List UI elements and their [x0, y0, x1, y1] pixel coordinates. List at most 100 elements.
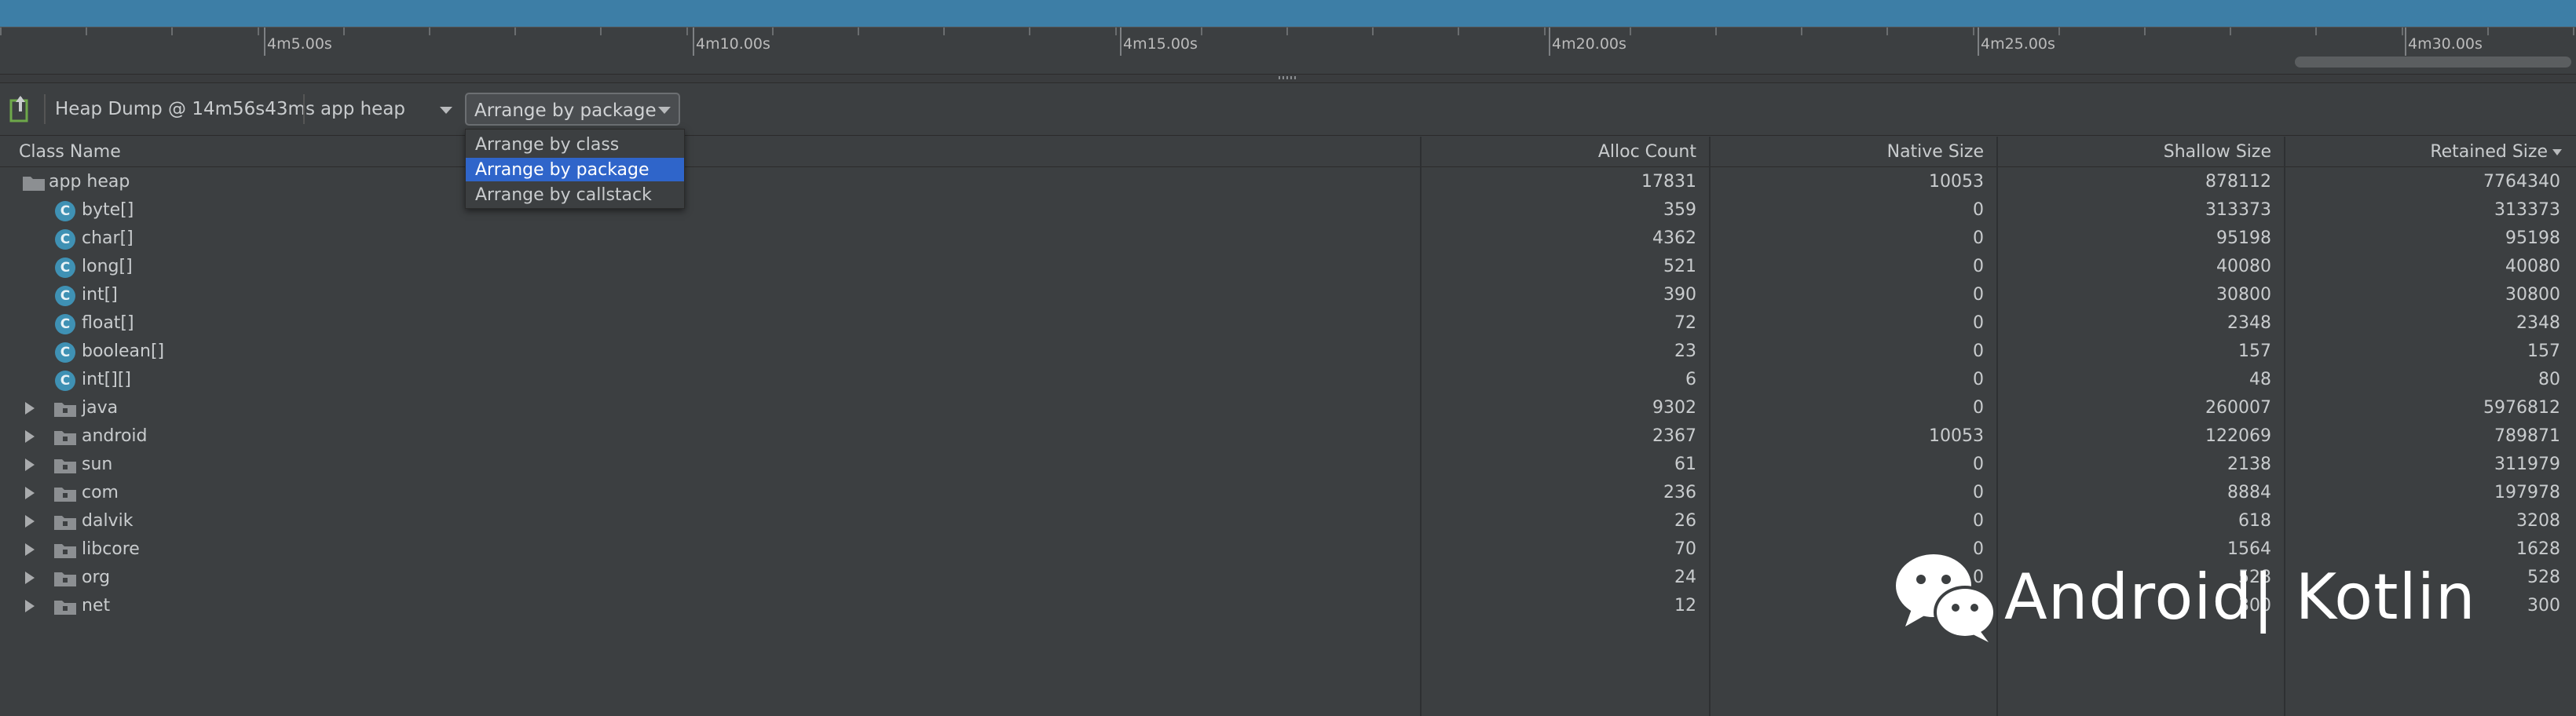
expand-arrow-icon[interactable] [25, 543, 35, 556]
table-row[interactable]: Cchar[] 4362 0 95198 95198 [0, 225, 2576, 253]
table-row[interactable]: Cfloat[] 72 0 2348 2348 [0, 309, 2576, 338]
column-divider[interactable] [1420, 137, 1422, 716]
heap-select[interactable]: app heap [311, 93, 460, 124]
ruler-tick [0, 27, 2, 35]
column-divider[interactable] [1709, 137, 1711, 716]
class-icon: C [55, 201, 75, 221]
menu-item-label: Arrange by class [475, 135, 620, 155]
alloc-count-cell: 17831 [1641, 172, 1696, 192]
folder-icon [22, 174, 46, 192]
table-row[interactable]: Cint[][] 6 0 48 80 [0, 366, 2576, 394]
ruler-time-label: 4m20.00s [1552, 35, 1626, 53]
ruler-time-label: 4m25.00s [1981, 35, 2055, 53]
chevron-down-icon [658, 107, 671, 114]
heap-toolbar: Heap Dump @ 14m56s43ms app heap Arrange … [0, 83, 2576, 136]
ruler-tick [600, 27, 602, 35]
menu-item-label: Arrange by callstack [475, 185, 652, 205]
table-row[interactable]: android 2367 10053 122069 789871 [0, 422, 2576, 451]
table-row[interactable]: sun 61 0 2138 311979 [0, 451, 2576, 479]
menu-item-arrange-by-package[interactable]: Arrange by package [466, 158, 684, 181]
column-header-shallow-size[interactable]: Shallow Size [2000, 142, 2271, 162]
panel-splitter[interactable] [0, 74, 2576, 83]
table-row[interactable]: java 9302 0 260007 5976812 [0, 394, 2576, 422]
table-row[interactable]: Cboolean[] 23 0 157 157 [0, 338, 2576, 366]
package-icon [53, 598, 77, 616]
ruler-major-tick [264, 27, 265, 56]
retained-size-cell: 313373 [2494, 200, 2560, 220]
shallow-size-cell: 30800 [2216, 285, 2271, 305]
ruler-tick [343, 27, 345, 35]
native-size-cell: 0 [1973, 511, 1984, 531]
class-icon: C [55, 229, 75, 250]
expand-arrow-icon[interactable] [25, 515, 35, 528]
ruler-tick [1973, 27, 1974, 35]
native-size-cell: 0 [1973, 483, 1984, 502]
alloc-count-cell: 359 [1663, 200, 1696, 220]
heap-dump-label: Heap Dump @ 14m56s43ms [55, 99, 315, 119]
shallow-size-cell: 8884 [2227, 483, 2271, 502]
expand-arrow-icon[interactable] [25, 487, 35, 499]
splitter-grip-icon[interactable] [1279, 76, 1297, 79]
menu-item-label: Arrange by package [475, 160, 649, 180]
export-button[interactable] [9, 96, 33, 122]
ruler-tick [2144, 27, 2146, 35]
package-icon [53, 542, 77, 559]
timeline-scrollbar[interactable] [2295, 57, 2571, 68]
expand-arrow-icon[interactable] [25, 600, 35, 612]
alloc-count-cell: 61 [1674, 455, 1696, 474]
ruler-tick [1458, 27, 1459, 35]
timeline-ruler[interactable]: 4m5.00s 4m10.00s 4m15.00s 4m20.00s 4m25.00s 4… [0, 27, 2576, 75]
shallow-size-cell: 618 [2238, 511, 2271, 531]
native-size-cell: 0 [1973, 285, 1984, 305]
heap-select-value: app heap [320, 99, 406, 119]
expand-arrow-icon[interactable] [25, 458, 35, 471]
class-icon: C [55, 314, 75, 334]
retained-size-cell: 40080 [2505, 257, 2560, 276]
native-size-cell: 0 [1973, 313, 1984, 333]
ruler-time-label: 4m30.00s [2408, 35, 2483, 53]
class-name-cell: com [82, 483, 119, 502]
timeline-bar[interactable] [0, 0, 2576, 27]
menu-item-arrange-by-callstack[interactable]: Arrange by callstack [466, 183, 684, 206]
table-row[interactable]: Clong[] 521 0 40080 40080 [0, 253, 2576, 281]
table-row[interactable]: Cint[] 390 0 30800 30800 [0, 281, 2576, 309]
shallow-size-cell: 2348 [2227, 313, 2271, 333]
wechat-icon [1896, 554, 1996, 642]
column-header-native-size[interactable]: Native Size [1712, 142, 1984, 162]
expand-arrow-icon[interactable] [25, 572, 35, 584]
class-name-cell: net [82, 596, 111, 616]
toolbar-separator [44, 94, 46, 124]
retained-size-cell: 157 [2527, 342, 2560, 361]
ruler-time-label: 4m10.00s [696, 35, 770, 53]
package-icon [53, 570, 77, 587]
ruler-tick [1801, 27, 1802, 35]
ruler-major-tick [1549, 27, 1550, 56]
retained-size-cell: 197978 [2494, 483, 2560, 502]
column-header-alloc-count[interactable]: Alloc Count [1423, 142, 1696, 162]
alloc-count-cell: 9302 [1652, 398, 1696, 418]
table-row[interactable]: Cbyte[] 359 0 313373 313373 [0, 196, 2576, 225]
ruler-tick [2058, 27, 2060, 35]
retained-size-cell: 311979 [2494, 455, 2560, 474]
ruler-tick [514, 27, 516, 35]
column-header-class-name[interactable]: Class Name [19, 142, 121, 162]
ruler-tick [2573, 27, 2574, 35]
native-size-cell: 0 [1973, 342, 1984, 361]
shallow-size-cell: 157 [2238, 342, 2271, 361]
column-header-retained-size[interactable]: Retained Size [2287, 142, 2548, 162]
table-row[interactable]: com 236 0 8884 197978 [0, 479, 2576, 507]
expand-arrow-icon[interactable] [25, 402, 35, 415]
chevron-down-icon [440, 107, 452, 114]
package-icon [53, 513, 77, 531]
alloc-count-cell: 6 [1685, 370, 1696, 389]
expand-arrow-icon[interactable] [25, 430, 35, 443]
arrange-select[interactable]: Arrange by package [465, 93, 680, 126]
native-size-cell: 10053 [1929, 426, 1984, 446]
table-row[interactable]: app heap 17831 10053 878112 7764340 [0, 168, 2576, 196]
ruler-major-tick [2405, 27, 2406, 56]
menu-item-arrange-by-class[interactable]: Arrange by class [466, 133, 684, 156]
retained-size-cell: 789871 [2494, 426, 2560, 446]
class-icon: C [55, 286, 75, 306]
table-row[interactable]: dalvik 26 0 618 3208 [0, 507, 2576, 535]
arrange-dropdown-menu: Arrange by class Arrange by package Arrang… [465, 129, 685, 209]
